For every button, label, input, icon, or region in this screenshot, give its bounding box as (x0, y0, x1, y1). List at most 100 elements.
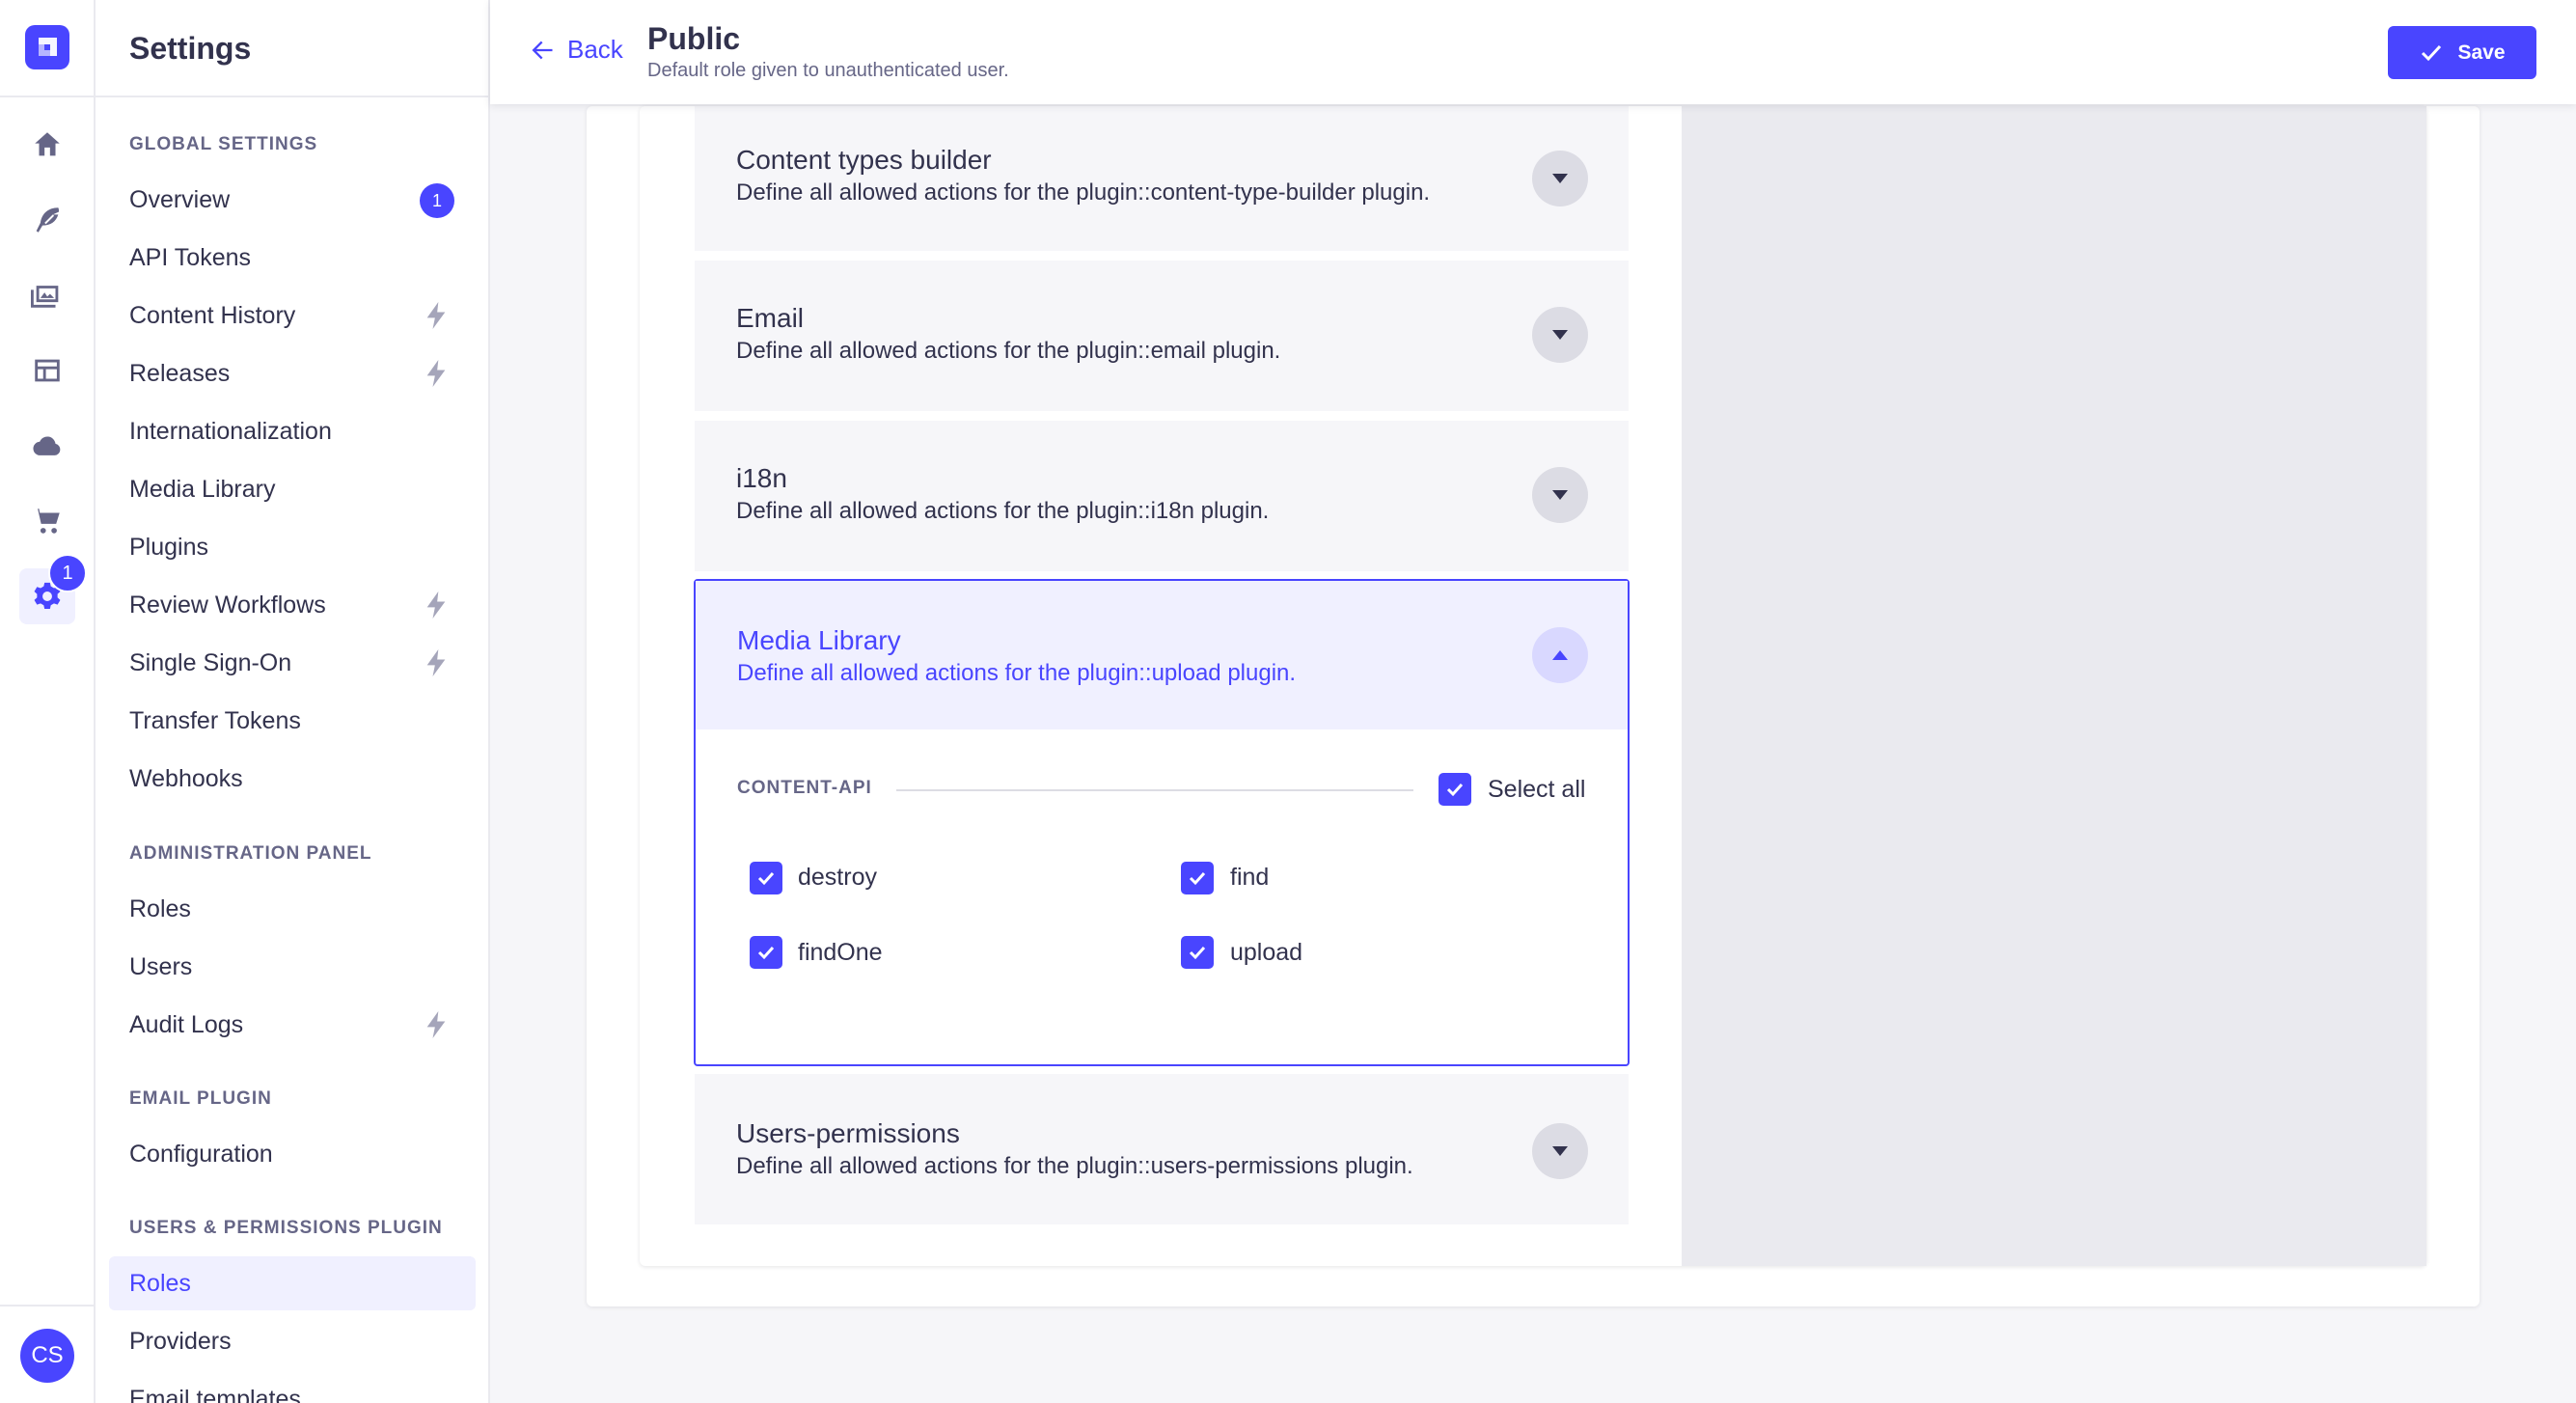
save-label: Save (2457, 41, 2506, 64)
accordion-email[interactable]: Email Define all allowed actions for the… (695, 261, 1629, 411)
accordion-media-library: Media Library Define all allowed actions… (694, 579, 1630, 1066)
sidebar-item-audit-logs[interactable]: Audit Logs (109, 998, 476, 1052)
accordion-description: Define all allowed actions for the plugi… (736, 179, 1431, 206)
images-icon[interactable] (19, 267, 75, 323)
chevron-down-icon[interactable] (1532, 467, 1588, 523)
sidebar-item-users[interactable]: Users (109, 940, 476, 994)
sidebar-item-transfer-tokens[interactable]: Transfer Tokens (109, 694, 476, 748)
lightning-icon (424, 1011, 449, 1038)
back-link[interactable]: Back (529, 35, 623, 65)
sidebar-item-label: Providers (129, 1327, 232, 1355)
sidebar-item-label: Content History (129, 301, 296, 329)
sidebar-item-label: Roles (129, 894, 191, 922)
settings-sidebar: Settings GLOBAL SETTINGS Overview 1 API … (96, 0, 490, 1403)
accordion-description: Define all allowed actions for the plugi… (737, 660, 1297, 686)
accordion-title: Email (736, 303, 805, 333)
sidebar-item-email-templates[interactable]: Email templates (109, 1372, 476, 1403)
sidebar-item-plugins[interactable]: Plugins (109, 520, 476, 574)
divider (896, 789, 1413, 791)
sidebar-item-label: Media Library (129, 475, 276, 503)
home-icon[interactable] (19, 117, 75, 173)
sidebar-item-label: Review Workflows (129, 591, 326, 619)
lightning-icon (424, 302, 449, 329)
chevron-up-icon[interactable] (1532, 627, 1588, 683)
sidebar-item-roles[interactable]: Roles (109, 882, 476, 936)
sidebar-item-label: Single Sign-On (129, 648, 292, 676)
permission-label: find (1230, 864, 1270, 891)
sidebar-item-label: Internationalization (129, 417, 332, 445)
permission-checkbox-destroy[interactable] (750, 862, 782, 894)
chevron-down-icon[interactable] (1532, 307, 1588, 363)
main-nav-rail: 1 CS (0, 0, 96, 1403)
accordion-title: i18n (736, 463, 787, 493)
lightning-icon (424, 649, 449, 676)
sidebar-item-label: Email templates (129, 1385, 301, 1403)
permission-group-label: CONTENT-API (737, 778, 872, 798)
sidebar-item-label: Overview (129, 185, 231, 213)
page-header: Back Public Default role given to unauth… (490, 0, 2576, 104)
chevron-down-icon[interactable] (1532, 1123, 1588, 1179)
lightning-icon (424, 360, 449, 387)
permission-checkbox-upload[interactable] (1181, 936, 1214, 969)
sidebar-item-label: Releases (129, 359, 231, 387)
sidebar-item-api-tokens[interactable]: API Tokens (109, 231, 476, 285)
chevron-down-icon[interactable] (1532, 151, 1588, 206)
layout-icon[interactable] (19, 343, 75, 399)
save-button[interactable]: Save (2388, 26, 2536, 79)
sidebar-item-label: Configuration (129, 1140, 273, 1168)
permission-label: findOne (798, 939, 883, 966)
divider (0, 96, 94, 97)
accordion-title: Media Library (737, 625, 901, 655)
sidebar-item-up-roles[interactable]: Roles (109, 1256, 476, 1310)
cart-icon[interactable] (19, 493, 75, 549)
sidebar-item-overview[interactable]: Overview 1 (109, 173, 476, 227)
sidebar-item-content-history[interactable]: Content History (109, 289, 476, 343)
accordion-description: Define all allowed actions for the plugi… (736, 498, 1270, 524)
sidebar-item-single-sign-on[interactable]: Single Sign-On (109, 636, 476, 690)
sidebar-item-internationalization[interactable]: Internationalization (109, 404, 476, 458)
section-label-email-plugin: EMAIL PLUGIN (129, 1088, 272, 1109)
accordion-header[interactable]: Media Library Define all allowed actions… (696, 581, 1628, 729)
sidebar-item-label: Plugins (129, 533, 208, 561)
settings-notification-badge: 1 (48, 554, 87, 592)
sidebar-item-webhooks[interactable]: Webhooks (109, 752, 476, 806)
sidebar-item-label: Roles (129, 1269, 191, 1297)
page-subtitle: Default role given to unauthenticated us… (647, 60, 1009, 81)
lightning-icon (424, 591, 449, 619)
accordion-title: Content types builder (736, 145, 992, 175)
user-avatar[interactable]: CS (20, 1329, 74, 1383)
sidebar-item-providers[interactable]: Providers (109, 1314, 476, 1368)
sidebar-item-media-library[interactable]: Media Library (109, 462, 476, 516)
sidebar-item-releases[interactable]: Releases (109, 346, 476, 400)
sidebar-item-label: Transfer Tokens (129, 706, 301, 734)
sidebar-item-configuration[interactable]: Configuration (109, 1127, 476, 1181)
feather-icon[interactable] (19, 192, 75, 248)
accordion-users-permissions[interactable]: Users-permissions Define all allowed act… (695, 1074, 1629, 1224)
section-label-users-permissions-plugin: USERS & PERMISSIONS PLUGIN (129, 1218, 443, 1238)
sidebar-item-label: Users (129, 952, 193, 980)
divider (96, 96, 488, 97)
sidebar-item-review-workflows[interactable]: Review Workflows (109, 578, 476, 632)
cloud-icon[interactable] (19, 418, 75, 474)
app-logo[interactable] (25, 25, 69, 69)
permission-checkbox-find[interactable] (1181, 862, 1214, 894)
accordion-i18n[interactable]: i18n Define all allowed actions for the … (695, 421, 1629, 571)
sidebar-item-label: Audit Logs (129, 1010, 244, 1038)
sidebar-item-label: API Tokens (129, 243, 252, 271)
arrow-left-icon (532, 41, 553, 59)
accordion-title: Users-permissions (736, 1118, 960, 1148)
check-icon (2422, 44, 2442, 61)
permission-checkbox-findone[interactable] (750, 936, 782, 969)
page-title: Public (647, 21, 741, 56)
divider (0, 1305, 94, 1307)
permissions-detail-panel (1682, 106, 2426, 1266)
back-label: Back (567, 35, 623, 64)
sidebar-item-label: Webhooks (129, 764, 243, 792)
select-all-checkbox[interactable] (1439, 773, 1471, 806)
section-label-administration-panel: ADMINISTRATION PANEL (129, 843, 372, 864)
section-label-global-settings: GLOBAL SETTINGS (129, 134, 318, 154)
permission-label: destroy (798, 864, 877, 891)
notification-badge: 1 (420, 183, 454, 218)
accordion-content-types-builder[interactable]: Content types builder Define all allowed… (695, 106, 1629, 251)
accordion-description: Define all allowed actions for the plugi… (736, 1153, 1413, 1179)
